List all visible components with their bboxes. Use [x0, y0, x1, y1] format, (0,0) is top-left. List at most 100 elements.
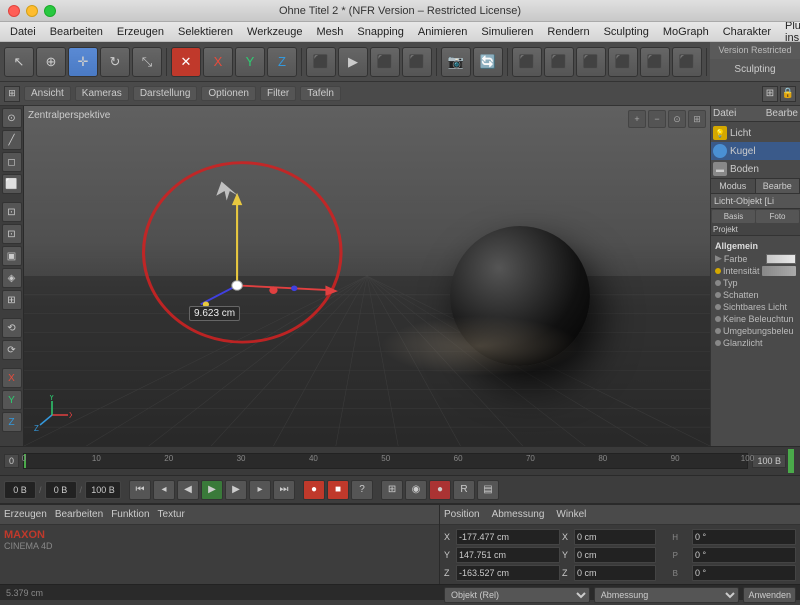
menu-simulieren[interactable]: Simulieren [475, 25, 539, 39]
tafeln-menu[interactable]: Tafeln [300, 86, 341, 101]
frame-end-field[interactable] [85, 481, 121, 499]
viewport-icon-btn[interactable]: ⊞ [4, 86, 20, 102]
bottom-bearbeiten-menu[interactable]: Bearbeiten [55, 509, 103, 520]
play-btn[interactable]: ▶ [201, 480, 223, 500]
bottom-textur-menu[interactable]: Textur [158, 509, 185, 520]
snap-btn[interactable]: ⊞ [381, 480, 403, 500]
vp-fit-btn[interactable]: ⊙ [668, 110, 686, 128]
obj6-btn[interactable]: ⬛ [672, 47, 702, 77]
farbe-swatch[interactable] [766, 254, 796, 264]
coord-mode-dropdown[interactable]: Objekt (Rel) [444, 587, 590, 603]
prev-key-btn[interactable]: ◂ [153, 480, 175, 500]
timeline-track[interactable]: 0 10 20 30 40 50 60 70 80 90 100 [23, 453, 748, 469]
loop-btn[interactable]: ◉ [405, 480, 427, 500]
poly-mode-btn[interactable]: ◻ [2, 152, 22, 172]
y-axis-btn[interactable]: Y [235, 47, 265, 77]
viewport-expand-btn[interactable]: ⊞ [762, 86, 778, 102]
cam-btn[interactable]: 📷 [441, 47, 471, 77]
umgebung-row[interactable]: Umgebungsbeleu [715, 325, 796, 337]
rec2-btn[interactable]: ● [429, 480, 451, 500]
menu-selektieren[interactable]: Selektieren [172, 25, 239, 39]
tool2-btn[interactable]: ⊡ [2, 224, 22, 244]
menu-mograph[interactable]: MoGraph [657, 25, 715, 39]
render-all-btn[interactable]: ⬛ [402, 47, 432, 77]
z-axis-btn[interactable]: Z [267, 47, 297, 77]
snap2-btn[interactable]: ⟳ [2, 340, 22, 360]
object-boden[interactable]: ▬ Boden [711, 160, 800, 178]
y-angle-input[interactable] [692, 547, 796, 563]
marker2-btn[interactable]: ▤ [477, 480, 499, 500]
y-size-input[interactable] [574, 547, 656, 563]
scale-tool-btn[interactable]: ⤡ [132, 47, 162, 77]
bottom-erzeugen-menu[interactable]: Erzeugen [4, 509, 47, 520]
tab-modus[interactable]: Modus [711, 179, 756, 193]
tool4-btn[interactable]: ◈ [2, 268, 22, 288]
bottom-funktion-menu[interactable]: Funktion [111, 509, 149, 520]
object-licht[interactable]: 💡 Licht [711, 124, 800, 142]
z-size-input[interactable] [574, 565, 656, 581]
tool3-btn[interactable]: ▣ [2, 246, 22, 266]
undo-btn[interactable]: ✕ [171, 47, 201, 77]
tool1-btn[interactable]: ⊡ [2, 202, 22, 222]
vp-grid-btn[interactable]: ⊞ [688, 110, 706, 128]
menu-erzeugen[interactable]: Erzeugen [111, 25, 170, 39]
sichtbares-row[interactable]: Sichtbares Licht [715, 301, 796, 313]
next-key-btn[interactable]: ▸ [249, 480, 271, 500]
prev-frame-btn[interactable]: ◀ [177, 480, 199, 500]
viewport-lock-btn[interactable]: 🔒 [780, 86, 796, 102]
keyframe-btn[interactable]: ? [351, 480, 373, 500]
record-btn[interactable]: ● [303, 480, 325, 500]
rotate-tool-btn[interactable]: ↻ [100, 47, 130, 77]
obj5-btn[interactable]: ⬛ [640, 47, 670, 77]
menu-datei[interactable]: Datei [4, 25, 42, 39]
menu-rendern[interactable]: Rendern [541, 25, 595, 39]
menu-animieren[interactable]: Animieren [412, 25, 474, 39]
x-size-input[interactable] [574, 529, 656, 545]
move-tool-btn[interactable]: ✛ [68, 47, 98, 77]
render-view-btn[interactable]: ▶ [338, 47, 368, 77]
basis-tab[interactable]: Basis [712, 210, 755, 223]
timeline-end-marker[interactable] [788, 449, 794, 473]
points-mode-btn[interactable]: ⊙ [2, 108, 22, 128]
apply-button[interactable]: Anwenden [743, 587, 796, 603]
next-frame-btn[interactable]: ▶ [225, 480, 247, 500]
menu-snapping[interactable]: Snapping [351, 25, 410, 39]
kameras-menu[interactable]: Kameras [75, 86, 129, 101]
render-btn[interactable]: ⬛ [370, 47, 400, 77]
menu-bearbeiten[interactable]: Bearbeiten [44, 25, 109, 39]
x-axis-btn[interactable]: X [203, 47, 233, 77]
ansicht-menu[interactable]: Ansicht [24, 86, 71, 101]
live-selection-btn[interactable]: ⊕ [36, 47, 66, 77]
typ-row[interactable]: Typ [715, 277, 796, 289]
menu-charakter[interactable]: Charakter [717, 25, 777, 39]
obj4-btn[interactable]: ⬛ [608, 47, 638, 77]
frame-start-field[interactable] [4, 481, 36, 499]
schatten-row[interactable]: Schatten [715, 289, 796, 301]
axis3-btn[interactable]: Z [2, 412, 22, 432]
menu-sculpting[interactable]: Sculpting [598, 25, 655, 39]
marker-btn[interactable]: R [453, 480, 475, 500]
close-button[interactable] [8, 5, 20, 17]
z-angle-input[interactable] [692, 565, 796, 581]
z-pos-input[interactable] [456, 565, 560, 581]
tool5-btn[interactable]: ⊞ [2, 290, 22, 310]
tab-bearbeiten[interactable]: Bearbe [756, 179, 800, 193]
y-pos-input[interactable] [456, 547, 560, 563]
darstellung-menu[interactable]: Darstellung [133, 86, 198, 101]
x-pos-input[interactable] [456, 529, 560, 545]
axis2-btn[interactable]: Y [2, 390, 22, 410]
keine-row[interactable]: Keine Beleuchtun [715, 313, 796, 325]
frame-current-field[interactable] [45, 481, 77, 499]
render-region-btn[interactable]: ⬛ [306, 47, 336, 77]
menu-plugins[interactable]: Plug-ins [779, 19, 800, 45]
axis1-btn[interactable]: X [2, 368, 22, 388]
cursor-tool-btn[interactable]: ↖ [4, 47, 34, 77]
menu-werkzeuge[interactable]: Werkzeuge [241, 25, 308, 39]
intensitat-row[interactable]: Intensität [715, 265, 796, 277]
maximize-button[interactable] [44, 5, 56, 17]
filter-menu[interactable]: Filter [260, 86, 296, 101]
snap1-btn[interactable]: ⟲ [2, 318, 22, 338]
farbe-row[interactable]: ▶ Farbe [715, 252, 796, 265]
model-mode-btn[interactable]: ⬜ [2, 174, 22, 194]
vp-zoom-out-btn[interactable]: − [648, 110, 666, 128]
